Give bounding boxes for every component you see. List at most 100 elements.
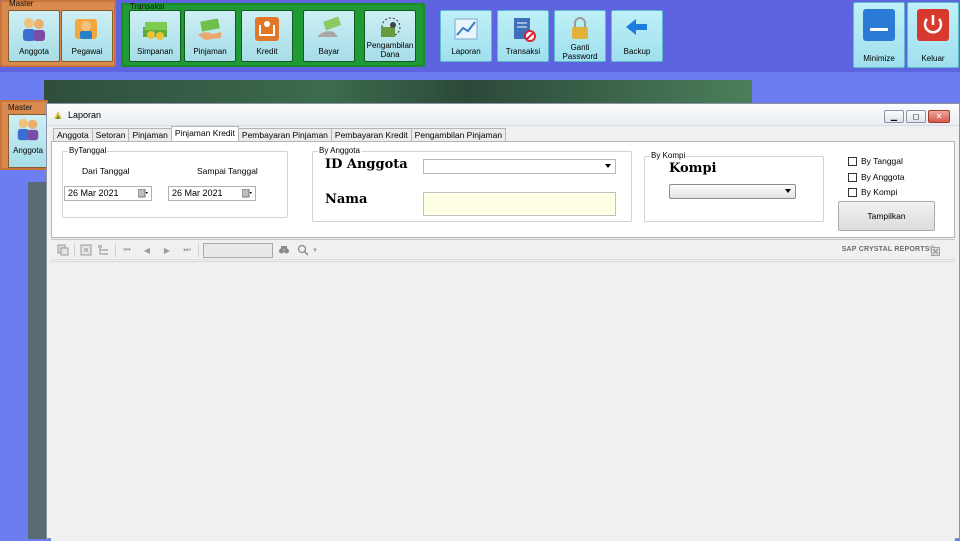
laporan-button-label: Laporan [451, 47, 481, 56]
by-tanggal-checkbox[interactable]: By Tanggal [848, 156, 903, 166]
anggota-button-label: Anggota [19, 47, 49, 56]
nama-label: Nama [325, 192, 368, 207]
keluar-button[interactable]: Keluar [907, 2, 959, 68]
power-icon [915, 7, 951, 43]
checkbox-box[interactable] [848, 156, 857, 166]
bayar-button-label: Bayar [318, 47, 340, 56]
kompi-dropdown[interactable] [669, 184, 796, 199]
ganti-password-button-label: Ganti Password [562, 43, 598, 61]
transaksi-report-button[interactable]: Transaksi [497, 10, 549, 62]
master-group-legend: Master [9, 0, 34, 8]
minimize-button-label: Minimize [863, 54, 895, 63]
pegawai-button[interactable]: Pegawai [61, 10, 113, 62]
background-anggota-button[interactable]: Anggota [8, 114, 48, 168]
export-icon[interactable] [57, 244, 69, 256]
lock-icon [565, 15, 595, 43]
nama-field[interactable] [423, 192, 616, 216]
tampilkan-button[interactable]: Tampilkan [838, 201, 935, 231]
laporan-button[interactable]: Laporan [440, 10, 492, 62]
dari-tanggal-picker[interactable]: 26 Mar 2021 [64, 186, 152, 201]
print-icon[interactable] [80, 244, 92, 256]
pinjaman-button[interactable]: Pinjaman [184, 10, 236, 62]
tab-pinjaman-kredit[interactable]: Pinjaman Kredit [170, 126, 239, 141]
zoom-icon[interactable] [297, 244, 309, 256]
filter-panel: ByTanggal Dari Tanggal Sampai Tanggal 26… [51, 141, 955, 238]
window-titlebar: Laporan [47, 104, 959, 126]
transaksi-report-button-label: Transaksi [505, 47, 541, 56]
checkbox-box[interactable] [848, 172, 857, 182]
next-page-icon[interactable]: ▶ [161, 244, 173, 256]
zoom-dropdown-icon[interactable]: ▾ [309, 244, 321, 256]
anggota-button[interactable]: Anggota [8, 10, 60, 62]
sampai-tanggal-picker[interactable]: 26 Mar 2021 [168, 186, 256, 201]
users-icon [17, 118, 39, 141]
last-page-icon[interactable]: ⏭ [181, 244, 193, 256]
tab-pembayaran-kredit[interactable]: Pembayaran Kredit [330, 128, 412, 141]
chevron-down-icon [605, 164, 611, 168]
checkbox-box[interactable] [848, 187, 857, 197]
laporan-window: Laporan ▁ ◻ ✕ Anggota Setoran Pinjaman P… [46, 103, 960, 541]
money-stack-icon [140, 15, 170, 43]
by-anggota-legend: By Anggota [318, 146, 361, 155]
id-anggota-combobox[interactable] [423, 159, 616, 174]
kompi-label: Kompi [669, 161, 717, 176]
window-close-button[interactable]: ✕ [928, 110, 950, 123]
pengambilan-dana-button[interactable]: Pengambilan Dana [364, 10, 416, 62]
money-hand-icon [195, 15, 225, 43]
window-restore-icon: ◻ [912, 112, 920, 121]
dari-tanggal-value: 26 Mar 2021 [68, 188, 119, 198]
pegawai-button-label: Pegawai [71, 47, 103, 56]
toolbar-separator [198, 243, 199, 257]
by-kompi-checkbox[interactable]: By Kompi [848, 187, 897, 197]
ganti-password-button[interactable]: Ganti Password [554, 10, 606, 62]
by-kompi-group: By Kompi Kompi [644, 151, 824, 222]
kredit-button[interactable]: Kredit [241, 10, 293, 62]
first-page-icon[interactable]: ⏮ [121, 244, 133, 256]
bayar-button[interactable]: Bayar [303, 10, 355, 62]
toolbar-separator [74, 243, 75, 257]
report-viewer-toolbar: ⏮ ◀ ▶ ⏭ ▾ SAP CRYSTAL REPORTS® [51, 240, 955, 260]
by-anggota-checkbox[interactable]: By Anggota [848, 172, 904, 182]
by-tanggal-group: ByTanggal Dari Tanggal Sampai Tanggal 26… [62, 146, 288, 218]
window-close-icon: ✕ [935, 112, 943, 121]
by-anggota-group: By Anggota ID Anggota Nama [312, 146, 632, 222]
arrow-left-icon [622, 15, 652, 43]
by-anggota-checkbox-label: By Anggota [861, 172, 905, 182]
users-icon [19, 15, 49, 43]
group-tree-icon[interactable] [97, 244, 109, 256]
background-anggota-label: Anggota [13, 146, 43, 155]
keluar-button-label: Keluar [921, 54, 945, 63]
tab-pembayaran-pinjaman[interactable]: Pembayaran Pinjaman [237, 128, 332, 141]
window-restore-button[interactable]: ◻ [906, 110, 926, 123]
page-number-input[interactable] [203, 243, 273, 258]
minimize-icon [861, 7, 897, 43]
calendar-dropdown-icon[interactable] [138, 189, 148, 198]
tab-pinjaman[interactable]: Pinjaman [128, 128, 172, 141]
calendar-dropdown-icon[interactable] [242, 189, 252, 198]
minimize-button[interactable]: Minimize [853, 2, 905, 68]
master-group: Master Anggota Pegawai [0, 0, 116, 67]
viewer-close-icon[interactable] [929, 245, 941, 257]
pengambilan-dana-button-label: Pengambilan Dana [366, 41, 414, 59]
sampai-tanggal-label: Sampai Tanggal [197, 166, 258, 176]
report-canvas[interactable] [51, 261, 955, 541]
simpanan-button[interactable]: Simpanan [129, 10, 181, 62]
window-minimize-button[interactable]: ▁ [884, 110, 904, 123]
employee-icon [72, 15, 102, 43]
main-ribbon: Master Anggota Pegawai Transaksi Simpana… [0, 0, 960, 72]
background-master-group: Master Anggota [0, 100, 48, 170]
chart-icon [451, 15, 481, 43]
previous-page-icon[interactable]: ◀ [141, 244, 153, 256]
backup-button[interactable]: Backup [611, 10, 663, 62]
report-viewer: ⏮ ◀ ▶ ⏭ ▾ SAP CRYSTAL REPORTS® [51, 239, 955, 541]
handshake-icon [252, 15, 282, 43]
pay-icon [314, 15, 344, 43]
tab-setoran[interactable]: Setoran [91, 128, 130, 141]
find-icon[interactable] [278, 244, 290, 256]
app-icon [54, 110, 62, 119]
tab-pengambilan-pinjaman[interactable]: Pengambilan Pinjaman [410, 128, 507, 141]
sampai-tanggal-value: 26 Mar 2021 [172, 188, 223, 198]
by-tanggal-checkbox-label: By Tanggal [861, 156, 903, 166]
pinjaman-button-label: Pinjaman [193, 47, 227, 56]
tab-anggota[interactable]: Anggota [53, 128, 93, 141]
